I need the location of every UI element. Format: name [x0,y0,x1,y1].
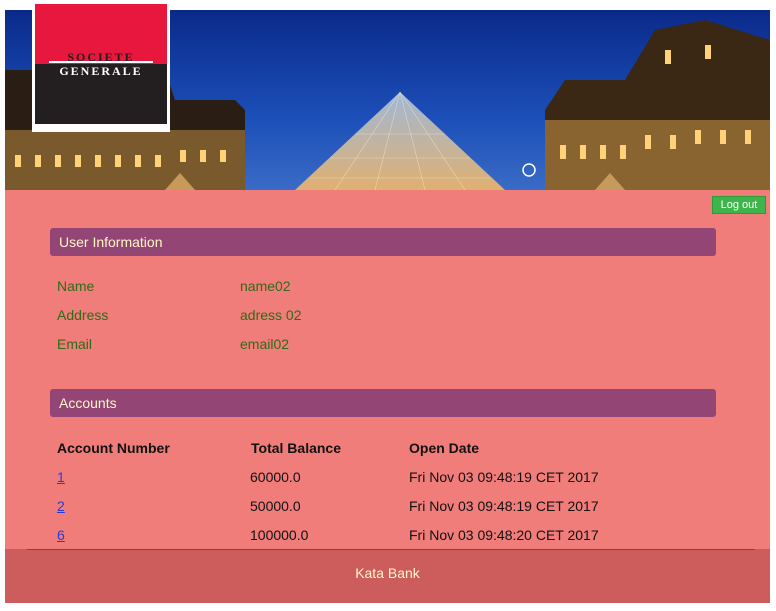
column-header-open-date: Open Date [409,440,480,456]
account-link[interactable]: 2 [57,498,65,514]
account-link[interactable]: 1 [57,469,65,485]
balance-cell: 60000.0 [250,469,301,485]
account-link[interactable]: 6 [57,527,65,543]
column-header-account-number: Account Number [57,440,170,456]
logout-button[interactable]: Log out [712,196,766,214]
footer-divider [27,549,755,550]
main-content: Log out User Information Name name02 Add… [5,190,770,550]
balance-cell: 50000.0 [250,498,301,514]
footer: Kata Bank [5,549,770,603]
footer-text: Kata Bank [355,565,420,581]
open-date-cell: Fri Nov 03 09:48:20 CET 2017 [409,527,599,543]
accounts-header: Accounts [50,389,716,417]
address-label: Address [57,307,109,323]
email-label: Email [57,336,93,352]
societe-generale-logo: SOCIETE GENERALE [32,2,170,132]
column-header-total-balance: Total Balance [251,440,341,456]
name-label: Name [57,278,95,294]
address-value: adress 02 [240,307,302,323]
open-date-cell: Fri Nov 03 09:48:19 CET 2017 [409,498,599,514]
name-value: name02 [240,278,291,294]
logo-top-text: SOCIETE [67,50,135,64]
user-info-header: User Information [50,228,716,256]
logo-bottom-text: GENERALE [59,64,143,78]
open-date-cell: Fri Nov 03 09:48:19 CET 2017 [409,469,599,485]
email-value: email02 [240,336,290,352]
balance-cell: 100000.0 [250,527,309,543]
